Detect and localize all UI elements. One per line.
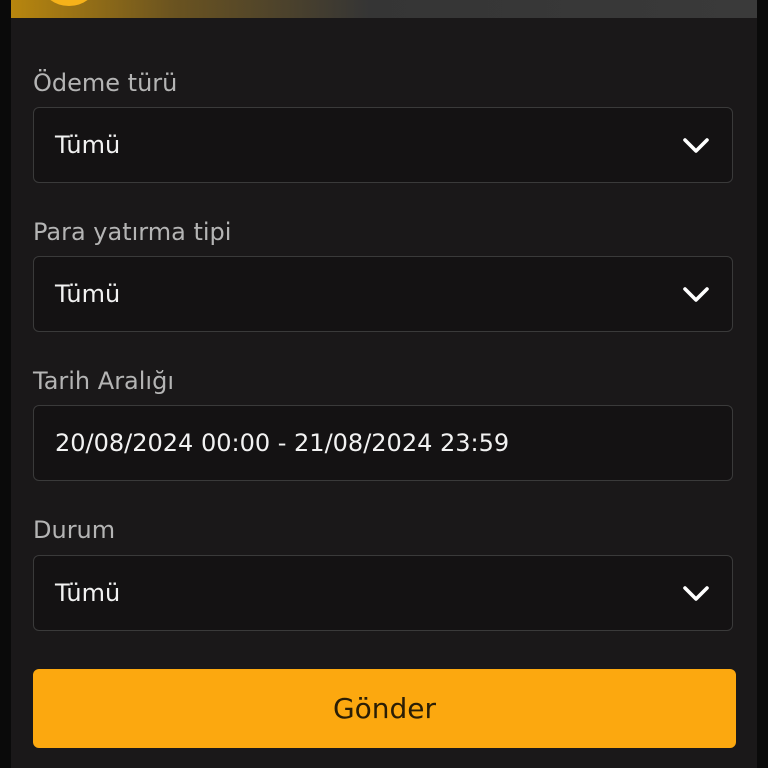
date-range-input[interactable]: 20/08/2024 00:00 - 21/08/2024 23:59 (33, 405, 733, 481)
chevron-down-icon (683, 138, 709, 153)
status-select[interactable]: Tümü (33, 555, 733, 631)
status-label: Durum (33, 516, 116, 544)
filter-panel: Ödeme türü Tümü Para yatırma tipi Tümü T… (11, 0, 757, 768)
date-range-value: 20/08/2024 00:00 - 21/08/2024 23:59 (55, 429, 510, 457)
payment-type-label: Ödeme türü (33, 69, 178, 97)
date-range-label: Tarih Aralığı (33, 367, 174, 395)
deposit-type-label: Para yatırma tipi (33, 218, 232, 246)
deposit-type-value: Tümü (55, 280, 121, 308)
submit-button[interactable]: Gönder (33, 669, 736, 748)
header-bar (11, 0, 757, 18)
status-value: Tümü (55, 579, 121, 607)
header-badge-icon (43, 0, 95, 6)
deposit-type-select[interactable]: Tümü (33, 256, 733, 332)
payment-type-value: Tümü (55, 131, 121, 159)
payment-type-select[interactable]: Tümü (33, 107, 733, 183)
chevron-down-icon (683, 586, 709, 601)
chevron-down-icon (683, 287, 709, 302)
